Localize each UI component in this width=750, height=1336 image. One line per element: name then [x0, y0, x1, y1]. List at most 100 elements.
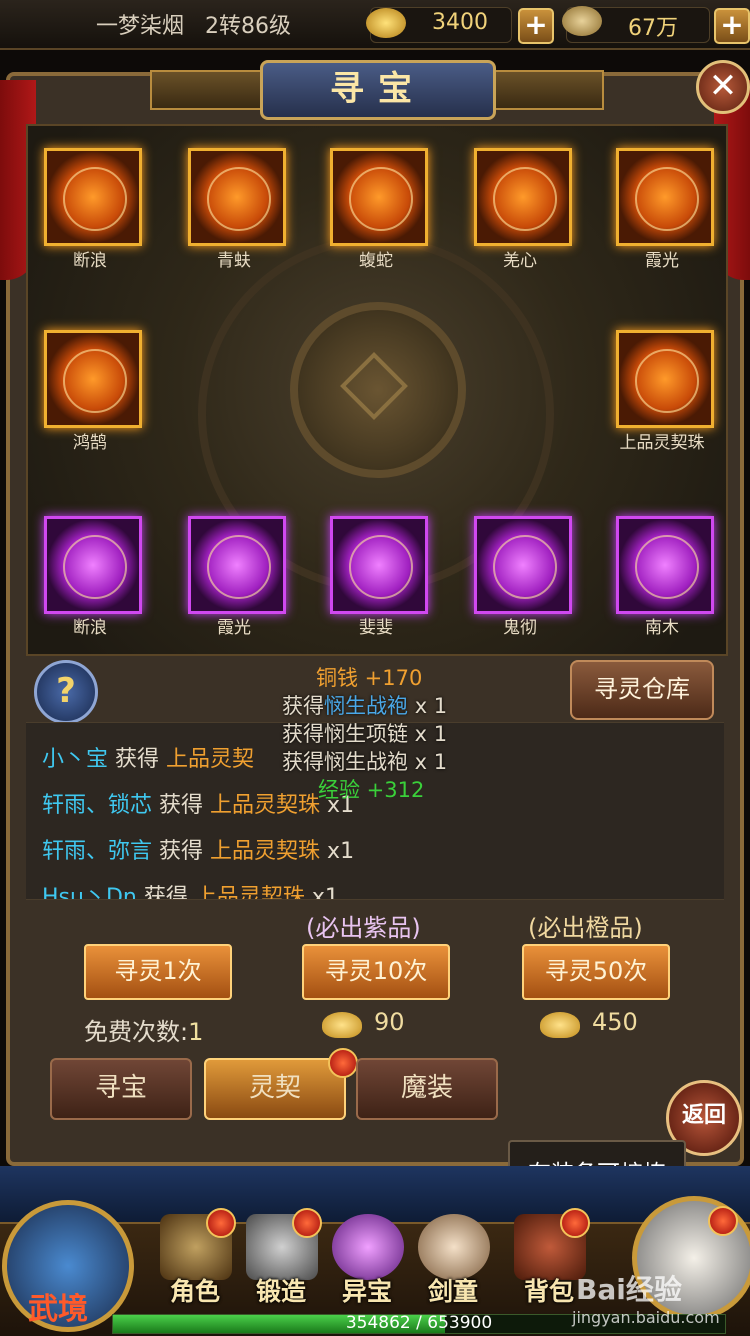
summon-10-button[interactable]: 寻灵10次 [302, 944, 450, 1000]
log-item: 上品灵契珠 [210, 839, 321, 864]
title-plate: 寻宝 [260, 60, 496, 120]
log-row: 轩雨、弥言 获得 上品灵契珠 x1 [42, 833, 354, 865]
reward-qty: x 1 [414, 694, 448, 718]
orb-icon [207, 167, 271, 231]
slot-orange-5[interactable] [616, 148, 714, 246]
slot-purple-1[interactable] [44, 516, 142, 614]
slot-orange-6[interactable] [44, 330, 142, 428]
slot-orange-3[interactable] [330, 148, 428, 246]
slot-label: 断浪 [73, 251, 107, 271]
reward-line-3: 获得悯生项链 x 1 [282, 722, 448, 746]
notification-dot-icon [206, 1208, 236, 1238]
orb-icon [635, 167, 699, 231]
slot-label: 鸿鹄 [73, 433, 107, 453]
log-verb: 获得 [115, 747, 160, 772]
nav-role[interactable]: 角色 [150, 1272, 240, 1308]
free-value: 1 [188, 1018, 204, 1046]
cost-50: 450 [592, 1008, 638, 1036]
nav-forge[interactable]: 锻造 [236, 1272, 326, 1308]
slot-label: 霞光 [217, 618, 251, 638]
slot-label: 鬼彻 [503, 618, 537, 638]
orb-icon [493, 167, 557, 231]
watermark-url: jingyan.baidu.com [572, 1308, 720, 1327]
orb-icon [493, 535, 557, 599]
notification-dot-icon [292, 1208, 322, 1238]
notification-dot-icon [560, 1208, 590, 1238]
player-level: 2转86级 [205, 14, 291, 39]
wujing-label: 武境 [28, 1292, 88, 1327]
player-name: 一梦柒烟 [96, 14, 185, 39]
add-coin-button[interactable]: + [714, 8, 750, 44]
coin-icon [562, 6, 602, 36]
player-info: 一梦柒烟 2转86级 [96, 8, 291, 40]
slot-label: 青蚨 [217, 251, 251, 271]
log-row: 轩雨、锁芯 获得 上品灵契珠 x1 [42, 787, 354, 819]
notification-dot-icon [328, 1048, 358, 1078]
coin-value: 67万 [628, 16, 678, 41]
tab-magic[interactable]: 魔装 [356, 1058, 498, 1120]
slot-purple-3[interactable] [330, 516, 428, 614]
orb-icon [63, 167, 127, 231]
slot-label: 蝮蛇 [359, 251, 393, 271]
warehouse-button[interactable]: 寻灵仓库 [570, 660, 714, 720]
slot-orange-2[interactable] [188, 148, 286, 246]
orb-icon [349, 535, 413, 599]
orb-icon [635, 535, 699, 599]
slot-label: 霞光 [645, 251, 679, 271]
gold-ingot-value: 3400 [432, 10, 488, 35]
log-user: 轩雨、弥言 [42, 839, 153, 864]
slot-label: 羌心 [503, 251, 537, 271]
ingot-icon [540, 1012, 580, 1038]
reward-line-4: 获得悯生战袍 x 1 [282, 750, 448, 774]
watermark-brand: Bai经验 [576, 1273, 682, 1306]
log-qty: x1 [311, 885, 339, 900]
log-item: 上品灵契珠 [194, 885, 305, 900]
slot-orange-7[interactable] [616, 330, 714, 428]
tab-spirit[interactable]: 灵契 [204, 1058, 346, 1120]
orb-icon [207, 535, 271, 599]
reward-coins: 铜钱 +170 [316, 666, 423, 690]
help-icon[interactable]: ? [34, 660, 98, 724]
slot-orange-1[interactable] [44, 148, 142, 246]
cost-10: 90 [374, 1008, 405, 1036]
orb-icon [63, 535, 127, 599]
log-user: 轩雨、锁芯 [42, 793, 153, 818]
log-verb: 获得 [143, 885, 188, 900]
orb-icon [63, 349, 127, 413]
add-ingot-button[interactable]: + [518, 8, 554, 44]
tab-treasure[interactable]: 寻宝 [50, 1058, 192, 1120]
reward-prefix: 获得 [282, 694, 324, 718]
must-purple-label: (必出紫品) [306, 914, 421, 942]
log-item: 上品灵契珠 [210, 793, 321, 818]
orb-icon [349, 167, 413, 231]
free-count: 免费次数:1 [84, 1012, 203, 1047]
slot-purple-2[interactable] [188, 516, 286, 614]
log-qty: x1 [327, 839, 355, 864]
notification-dot-icon [708, 1206, 738, 1236]
log-row: Hsu丶Dn 获得 上品灵契珠 x1 [42, 879, 339, 900]
slot-label: 南木 [645, 618, 679, 638]
sword-child-icon[interactable] [418, 1214, 490, 1280]
log-row: 小丶宝 获得 上品灵契 [42, 741, 254, 773]
nav-treasure[interactable]: 异宝 [322, 1272, 412, 1308]
log-verb: 获得 [159, 793, 204, 818]
log-item: 上品灵契 [166, 747, 255, 772]
log-user: Hsu丶Dn [42, 885, 137, 900]
summon-50-button[interactable]: 寻灵50次 [522, 944, 670, 1000]
treasure-orb-icon[interactable] [332, 1214, 404, 1280]
slot-label: 断浪 [73, 618, 107, 638]
slot-label: 婓婓 [359, 618, 393, 638]
summon-1-button[interactable]: 寻灵1次 [84, 944, 232, 1000]
close-icon[interactable]: ✕ [696, 60, 750, 114]
log-user: 小丶宝 [42, 747, 109, 772]
gold-ingot-icon [366, 8, 406, 38]
slot-purple-4[interactable] [474, 516, 572, 614]
reward-exp: 经验 +312 [318, 778, 425, 802]
slot-label: 上品灵契珠 [619, 433, 705, 453]
slot-orange-4[interactable] [474, 148, 572, 246]
slot-purple-5[interactable] [616, 516, 714, 614]
reward-item: 悯生战袍 [324, 694, 408, 718]
nav-sword-child[interactable]: 剑童 [408, 1272, 498, 1308]
panel-title: 寻宝 [330, 69, 426, 109]
free-label: 免费次数: [84, 1018, 189, 1046]
